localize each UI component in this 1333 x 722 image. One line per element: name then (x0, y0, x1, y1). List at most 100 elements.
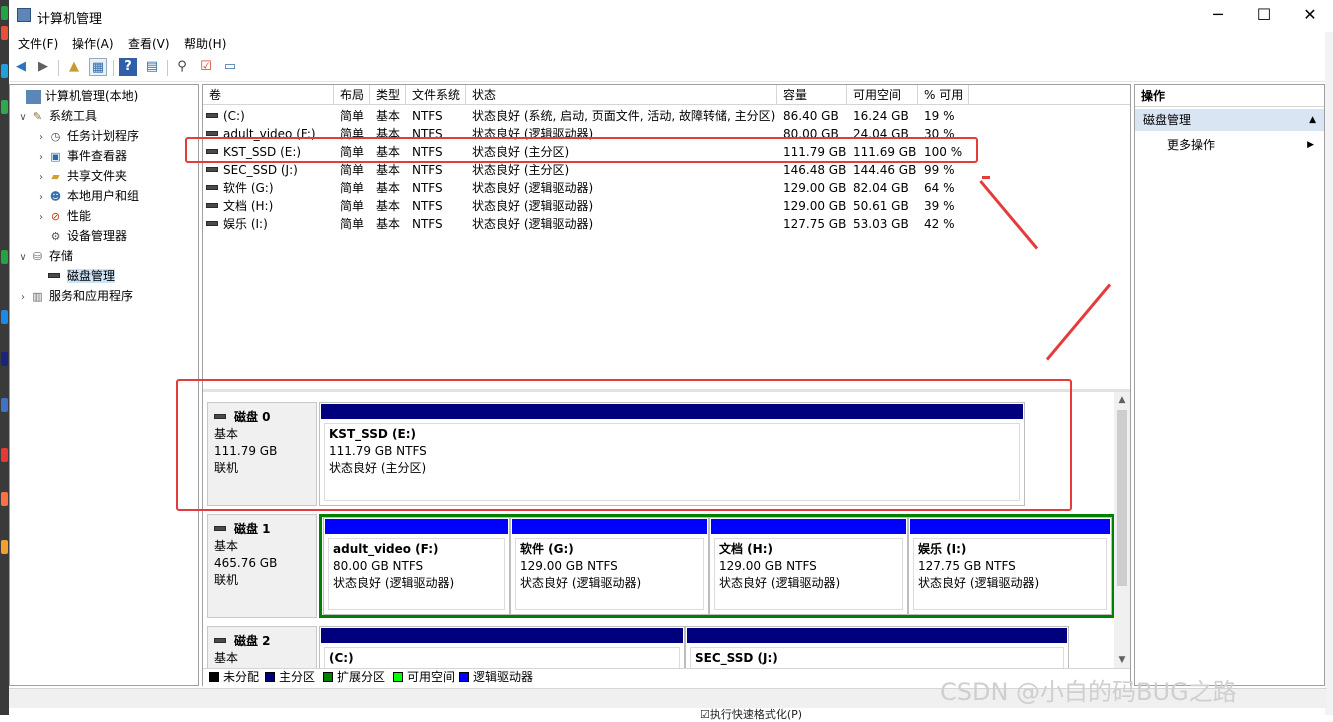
volume-cell-type: 基本 (376, 109, 401, 123)
partition-status: 状态良好 (逻辑驱动器) (520, 576, 642, 590)
close-button[interactable]: ✕ (1287, 0, 1333, 32)
menu-bar: 文件(F) 操作(A) 查看(V) 帮助(H) (9, 32, 1327, 54)
volume-cell-status: 状态良好 (逻辑驱动器) (472, 217, 594, 231)
volume-cell-name: (C:) (206, 107, 245, 125)
column-header-capacity[interactable]: 容量 (777, 85, 847, 105)
tree-services-apps[interactable]: › ▥ 服务和应用程序 (16, 287, 133, 305)
properties-icon[interactable]: ▭ (221, 58, 239, 76)
volume-row[interactable]: (C:) 简单 基本 NTFS 状态良好 (系统, 启动, 页面文件, 活动, 故障转储… (203, 107, 1130, 125)
volume-row[interactable]: SEC_SSD (J:) 简单 基本 NTFS 状态良好 (主分区) 146.48 GB 1… (203, 161, 1130, 179)
maximize-button[interactable]: ☐ (1241, 0, 1287, 32)
chevron-right-icon[interactable]: › (34, 169, 48, 187)
scroll-up-icon[interactable]: ▲ (1114, 392, 1130, 408)
disk-1-label[interactable]: 磁盘 1 基本 465.76 GB 联机 (207, 514, 317, 618)
menu-view[interactable]: 查看(V) (128, 35, 170, 52)
app-icon[interactable] (1, 310, 8, 324)
volume-cell-capacity: 86.40 GB (783, 109, 839, 123)
more-actions[interactable]: 更多操作 ▶ (1135, 135, 1324, 155)
show-hide-tree-icon[interactable]: ▦ (89, 58, 107, 76)
up-folder-icon[interactable]: ▲ (65, 58, 83, 76)
logical-drive-bar (711, 519, 906, 534)
partition-software[interactable]: 软件 (G:) 129.00 GB NTFS 状态良好 (逻辑驱动器) (510, 517, 709, 615)
partition-entertainment[interactable]: 娱乐 (I:) 127.75 GB NTFS 状态良好 (逻辑驱动器) (908, 517, 1112, 615)
actions-pane: 操作 磁盘管理 ▲ 更多操作 ▶ (1134, 84, 1325, 686)
tree-task-scheduler[interactable]: › ◷ 任务计划程序 (34, 127, 139, 145)
minimize-button[interactable]: ─ (1195, 0, 1241, 32)
partition-c[interactable]: (C:) (319, 626, 685, 668)
chevron-right-icon[interactable]: › (34, 129, 48, 147)
disk-view-scrollbar[interactable]: ▲ ▼ (1114, 392, 1130, 668)
tree-performance[interactable]: › ⊘ 性能 (34, 207, 91, 225)
volume-cell-free: 50.61 GB (853, 199, 909, 213)
help-icon[interactable]: ? (119, 58, 137, 76)
chevron-right-icon[interactable]: › (34, 209, 48, 227)
disk-type: 基本 (214, 651, 239, 665)
volume-row[interactable]: 文档 (H:) 简单 基本 NTFS 状态良好 (逻辑驱动器) 129.00 GB 50.6… (203, 197, 1130, 215)
tree-device-manager[interactable]: ⚙ 设备管理器 (34, 227, 127, 245)
tree-root[interactable]: 计算机管理(本地) (12, 87, 138, 105)
column-header-free-space[interactable]: 可用空间 (847, 85, 918, 105)
app-icon[interactable] (1, 100, 8, 114)
menu-action[interactable]: 操作(A) (72, 35, 114, 52)
computer-icon (26, 89, 41, 104)
app-icon[interactable] (1, 352, 8, 366)
partition-sec-ssd[interactable]: SEC_SSD (J:) (685, 626, 1069, 668)
tree-storage[interactable]: ∨ ⛁ 存储 (16, 247, 73, 265)
app-icon[interactable] (1, 250, 8, 264)
app-icon[interactable] (1, 448, 8, 462)
checklist-icon[interactable]: ☑ (197, 58, 215, 76)
volume-cell-pct: 64 % (924, 181, 955, 195)
volume-cell-fs: NTFS (412, 217, 443, 231)
volume-cell-free: 144.46 GB (853, 163, 917, 177)
scroll-down-icon[interactable]: ▼ (1114, 652, 1130, 668)
partition-status: 状态良好 (逻辑驱动器) (333, 576, 455, 590)
column-header-filesystem[interactable]: 文件系统 (406, 85, 466, 105)
partition-adult-video[interactable]: adult_video (F:) 80.00 GB NTFS 状态良好 (逻辑驱… (323, 517, 510, 615)
column-header-type[interactable]: 类型 (370, 85, 406, 105)
scrollbar-thumb[interactable] (1117, 410, 1127, 586)
app-icon[interactable] (1, 6, 8, 20)
menu-file[interactable]: 文件(F) (18, 35, 58, 52)
toolbar-separator (58, 60, 59, 76)
volume-cell-status: 状态良好 (系统, 启动, 页面文件, 活动, 故障转储, 主分区) (472, 109, 776, 123)
app-icon[interactable] (1, 540, 8, 554)
tree-event-viewer[interactable]: › ▣ 事件查看器 (34, 147, 127, 165)
actions-section-disk-management[interactable]: 磁盘管理 ▲ (1135, 109, 1324, 131)
clock-icon: ◷ (50, 129, 61, 143)
partition-documents[interactable]: 文档 (H:) 129.00 GB NTFS 状态良好 (逻辑驱动器) (709, 517, 908, 615)
tree-shared-folders[interactable]: › ▰ 共享文件夹 (34, 167, 127, 185)
connect-icon[interactable]: ⚲ (173, 58, 191, 76)
column-header-percent-free[interactable]: % 可用 (918, 85, 969, 105)
app-icon[interactable] (1, 64, 8, 78)
app-icon[interactable] (1, 26, 8, 40)
column-header-volume[interactable]: 卷 (203, 85, 334, 105)
forward-arrow-icon[interactable]: ▶ (34, 58, 52, 76)
column-header-status[interactable]: 状态 (466, 85, 777, 105)
legend-primary: 主分区 (265, 669, 315, 686)
volume-cell-type: 基本 (376, 199, 401, 213)
panel-view-icon[interactable]: ▤ (143, 58, 161, 76)
shared-folder-icon: ▰ (51, 169, 60, 183)
menu-help[interactable]: 帮助(H) (184, 35, 226, 52)
chevron-right-icon[interactable]: › (16, 289, 30, 307)
tree-disk-management[interactable]: 磁盘管理 (34, 267, 116, 285)
collapse-up-icon[interactable]: ▲ (1309, 109, 1316, 131)
toolbar-separator (167, 60, 168, 76)
chevron-down-icon[interactable]: ∨ (16, 249, 30, 267)
volume-cell-status: 状态良好 (逻辑驱动器) (472, 181, 594, 195)
disk-2-label[interactable]: 磁盘 2 基本 (207, 626, 317, 668)
volume-cell-fs: NTFS (412, 163, 443, 177)
chevron-down-icon[interactable]: ∨ (16, 109, 30, 127)
disk-name: 磁盘 2 (234, 634, 271, 648)
column-header-layout[interactable]: 布局 (334, 85, 370, 105)
volume-cell-pct: 19 % (924, 109, 955, 123)
app-icon[interactable] (1, 398, 8, 412)
back-arrow-icon[interactable]: ◀ (12, 58, 30, 76)
tree-system-tools[interactable]: ∨ ✎ 系统工具 (16, 107, 97, 125)
chevron-right-icon[interactable]: › (34, 189, 48, 207)
app-icon[interactable] (1, 492, 8, 506)
primary-partition-bar (321, 628, 683, 643)
volume-row[interactable]: 娱乐 (I:) 简单 基本 NTFS 状态良好 (逻辑驱动器) 127.75 GB 53.0… (203, 215, 1130, 233)
chevron-right-icon[interactable]: › (34, 149, 48, 167)
tree-local-users[interactable]: › ☻ 本地用户和组 (34, 187, 139, 205)
